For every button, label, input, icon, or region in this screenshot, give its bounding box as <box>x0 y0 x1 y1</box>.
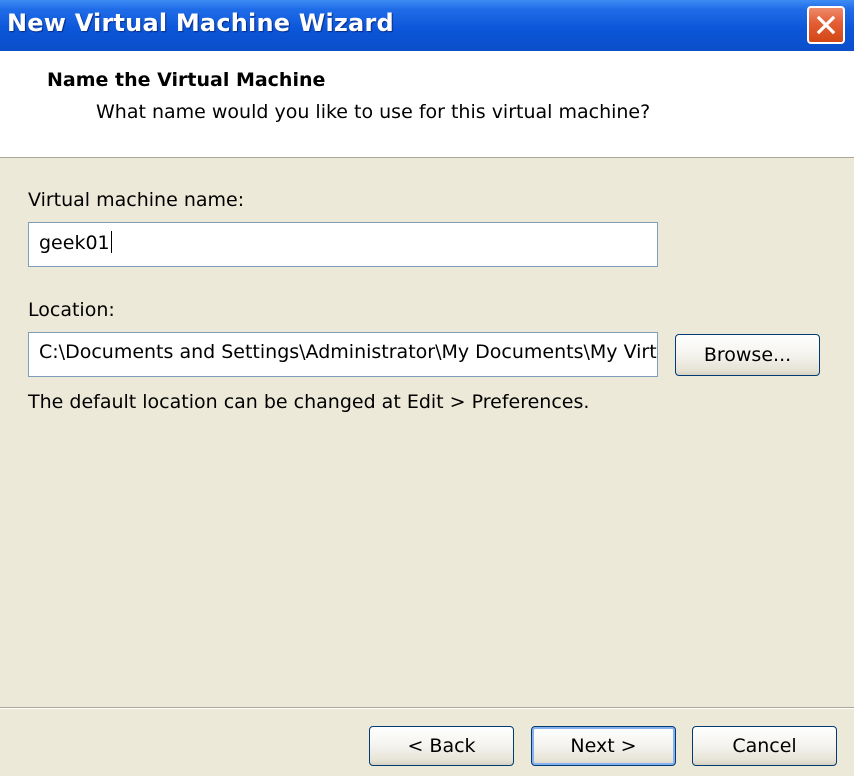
location-hint: The default location can be changed at E… <box>28 391 590 413</box>
location-label: Location: <box>28 299 115 321</box>
back-button[interactable]: < Back <box>369 726 514 766</box>
text-caret <box>110 231 112 253</box>
location-input[interactable]: C:\Documents and Settings\Administrator\… <box>28 332 658 377</box>
cancel-button[interactable]: Cancel <box>692 726 837 766</box>
next-button[interactable]: Next > <box>531 726 676 766</box>
page-subtitle: What name would you like to use for this… <box>96 101 651 123</box>
location-value: C:\Documents and Settings\Administrator\… <box>39 341 657 363</box>
wizard-header: Name the Virtual Machine What name would… <box>0 51 854 158</box>
page-title: Name the Virtual Machine <box>47 69 326 91</box>
vm-name-input[interactable]: geek01 <box>28 222 658 267</box>
footer-divider <box>0 707 854 709</box>
browse-button[interactable]: Browse... <box>675 334 820 376</box>
vm-name-label: Virtual machine name: <box>28 189 245 211</box>
vm-name-value: geek01 <box>39 232 110 254</box>
close-icon <box>816 15 836 35</box>
close-button[interactable] <box>807 6 845 44</box>
wizard-window: New Virtual Machine Wizard Name the Virt… <box>0 0 854 776</box>
title-bar[interactable]: New Virtual Machine Wizard <box>0 0 854 51</box>
window-title: New Virtual Machine Wizard <box>7 9 394 37</box>
